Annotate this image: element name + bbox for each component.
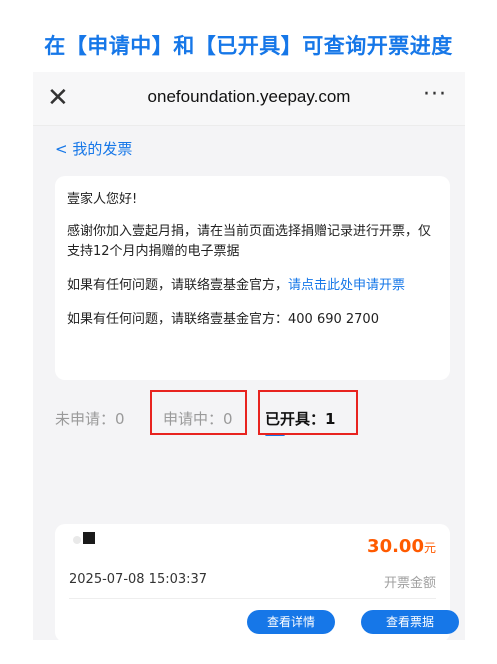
close-icon[interactable]: ✕ [47,84,71,112]
info-paragraph-2: 如果有任何问题，请联络壹基金官方，请点击此处申请开票 [67,276,438,296]
info-paragraph-2-text: 如果有任何问题，请联络壹基金官方， [67,278,289,293]
invoice-amount: 30.00元 [367,536,436,557]
info-paragraph-1: 感谢你加入壹起月捐，请在当前页面选择捐赠记录进行开票，仅支持12个月内捐赠的电子… [67,224,432,259]
headline-and: 和 [173,34,195,58]
headline-tab2: 已开具 [216,34,281,58]
headline-suffix: 可查询开票进度 [302,34,453,58]
view-details-button[interactable]: 查看详情 [247,610,335,634]
invoice-record-card: 30.00元 2025-07-08 15:03:37 开票金额 查看详情 查看票… [55,524,459,640]
record-divider [69,598,436,599]
invoice-amount-label: 开票金额 [383,576,436,591]
info-card: 壹家人您好! 感谢你加入壹起月捐，请在当前页面选择捐赠记录进行开票，仅支持12个… [55,176,450,380]
donation-date: 2025-07-08 15:03:37 [69,572,208,587]
browser-topbar: ✕ onefoundation.yeepay.com ··· [33,72,465,126]
bracket-open: 【 [65,34,88,58]
apply-invoice-link[interactable]: 请点击此处申请开票 [288,278,405,293]
bracket-close: 】 [151,34,174,58]
tab-not-applied[interactable]: 未申请：0 [55,408,125,429]
highlight-box-applying [150,390,247,435]
greeting-text: 壹家人您好! [67,192,138,207]
page-url: onefoundation.yeepay.com [147,87,351,106]
headline-prefix: 在 [44,34,66,58]
invoice-amount-unit: 元 [423,541,436,555]
more-options-icon[interactable]: ··· [423,82,447,107]
bracket-close-2: 】 [280,34,303,58]
back-link-my-invoices[interactable]: < 我的发票 [55,138,132,159]
instruction-headline: 在【申请中】和【已开具】可查询开票进度 [0,30,497,60]
phone-screen: ✕ onefoundation.yeepay.com ··· < 我的发票 壹家… [33,72,465,640]
info-paragraph-3: 如果有任何问题，请联络壹基金官方：400 690 2700 [67,312,379,327]
invoice-tabs: 未申请：0 申请中：0 已开具：1 [55,402,450,442]
highlight-box-issued [258,390,358,435]
headline-tab1: 申请中 [87,34,152,58]
invoice-amount-value: 30.00 [367,536,424,557]
record-logo-icon [73,532,95,550]
bracket-open-2: 【 [194,34,217,58]
view-receipt-button[interactable]: 查看票据 [361,610,459,634]
